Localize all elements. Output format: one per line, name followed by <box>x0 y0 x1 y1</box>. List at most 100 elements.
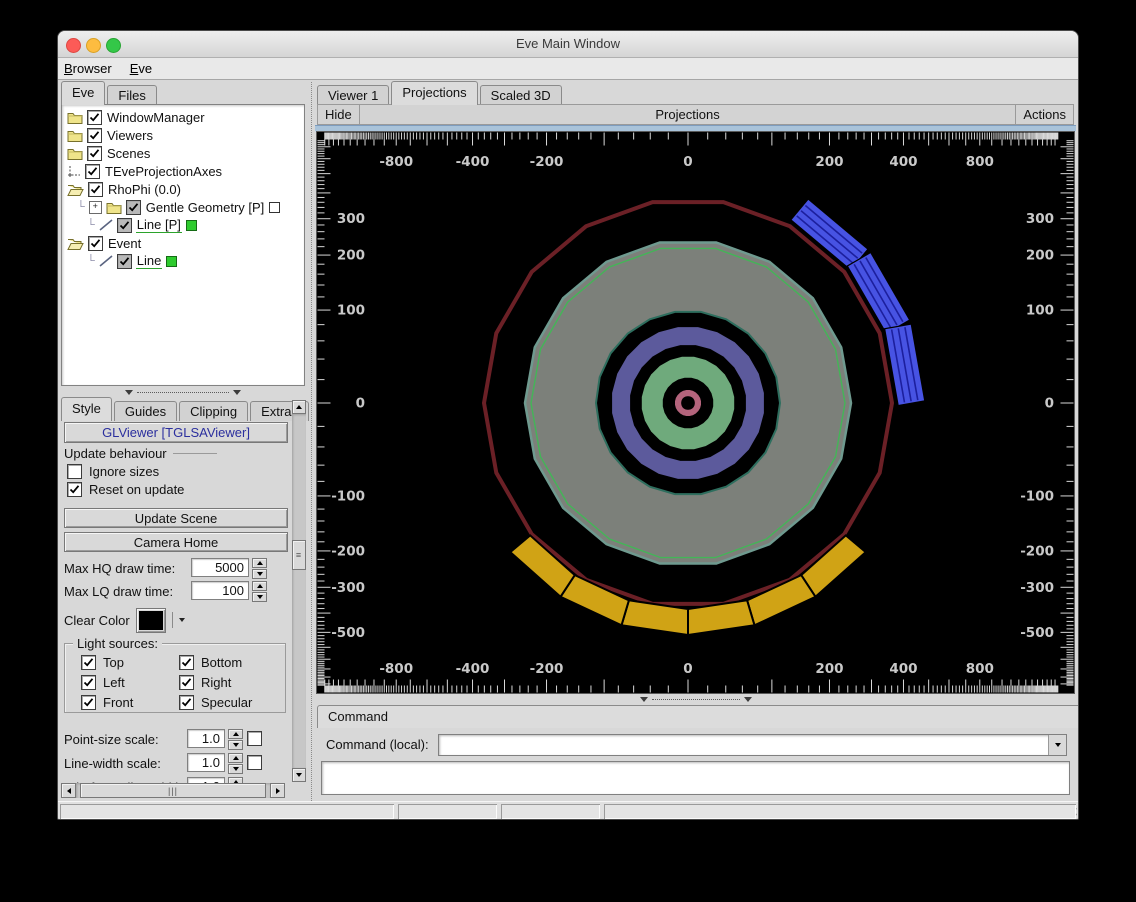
command-dropdown-icon[interactable] <box>1048 735 1066 755</box>
close-button[interactable] <box>66 38 81 53</box>
render-state-square[interactable] <box>166 256 177 267</box>
minimize-button[interactable] <box>86 38 101 53</box>
light-left-row[interactable]: Left <box>81 675 179 690</box>
scroll-down-icon[interactable] <box>292 768 306 782</box>
tree-item-line-p-[interactable]: └Line [P] <box>62 216 304 234</box>
tree-item-checkbox[interactable] <box>85 164 100 179</box>
tree-item-checkbox[interactable] <box>117 218 132 233</box>
line-width-scale-value[interactable]: 1.0 <box>187 753 225 772</box>
max-lq-draw-time-value[interactable]: 100 <box>191 581 249 600</box>
command-input[interactable] <box>438 734 1067 756</box>
tree-item-teveprojectionaxes[interactable]: TEveProjectionAxes <box>62 162 304 180</box>
tree-item-label[interactable]: TEveProjectionAxes <box>104 164 223 179</box>
line-width-scale-spin-buttons[interactable] <box>228 753 243 774</box>
update-scene-button[interactable]: Update Scene <box>64 508 288 528</box>
camera-home-button[interactable]: Camera Home <box>64 532 288 552</box>
splitter-arrow-icon[interactable] <box>744 697 752 702</box>
spin-up-icon[interactable] <box>252 581 267 591</box>
tree-item-checkbox[interactable] <box>87 128 102 143</box>
title-bar[interactable]: Eve Main Window <box>58 31 1078 58</box>
menu-browser[interactable]: Browser <box>64 61 112 76</box>
spin-down-icon[interactable] <box>228 764 243 774</box>
hscroll-thumb[interactable]: ||| <box>80 783 266 798</box>
light-bottom-checkbox[interactable] <box>179 655 194 670</box>
tree-item-checkbox[interactable] <box>88 236 103 251</box>
tab-clipping[interactable]: Clipping <box>179 401 248 421</box>
ignore-sizes-checkbox[interactable] <box>67 464 82 479</box>
glviewer-header-button[interactable]: GLViewer [TGLSAViewer] <box>64 422 288 443</box>
light-right-row[interactable]: Right <box>179 675 277 690</box>
glviewer-canvas[interactable]: -800-800-400-400-200-2000020020040040080… <box>317 132 1074 693</box>
tab-files[interactable]: Files <box>107 85 156 105</box>
point-size-scale-spin-buttons[interactable] <box>228 729 243 750</box>
light-front-row[interactable]: Front <box>81 695 179 710</box>
command-output[interactable] <box>321 761 1070 795</box>
ignore-sizes-checkbox-row[interactable]: Ignore sizes <box>67 464 159 479</box>
tree-item-label[interactable]: Line <box>136 253 163 269</box>
tree-item-windowmanager[interactable]: WindowManager <box>62 108 304 126</box>
light-bottom-row[interactable]: Bottom <box>179 655 277 670</box>
tree-item-label[interactable]: Line [P] <box>136 217 182 233</box>
tab-command[interactable]: Command <box>317 705 1079 728</box>
tree-item-checkbox[interactable] <box>117 254 132 269</box>
spin-up-icon[interactable] <box>228 753 243 763</box>
tree-item-label[interactable]: Viewers <box>106 128 154 143</box>
scroll-up-icon[interactable] <box>292 400 306 414</box>
splitter-arrow-icon[interactable] <box>125 390 133 395</box>
command-splitter[interactable] <box>317 694 1074 705</box>
tab-eve[interactable]: Eve <box>61 81 105 105</box>
line-width-scale-checkbox[interactable] <box>247 755 262 770</box>
tree-item-viewers[interactable]: Viewers <box>62 126 304 144</box>
command-input-value[interactable] <box>439 735 1048 755</box>
tree-item-checkbox[interactable] <box>87 146 102 161</box>
spin-up-icon[interactable] <box>228 729 243 739</box>
clear-color-dropdown-icon[interactable] <box>179 618 185 622</box>
light-top-checkbox[interactable] <box>81 655 96 670</box>
light-top-row[interactable]: Top <box>81 655 179 670</box>
tab-style[interactable]: Style <box>61 397 112 421</box>
light-front-checkbox[interactable] <box>81 695 96 710</box>
light-specular-checkbox[interactable] <box>179 695 194 710</box>
tree-item-gentle-geometry-p-[interactable]: └+Gentle Geometry [P] <box>62 198 304 216</box>
splitter-arrow-icon[interactable] <box>233 390 241 395</box>
tab-guides[interactable]: Guides <box>114 401 177 421</box>
splitter-arrow-icon[interactable] <box>640 697 648 702</box>
tree-item-checkbox[interactable] <box>87 110 102 125</box>
spin-down-icon[interactable] <box>228 740 243 750</box>
menu-eve[interactable]: Eve <box>130 61 152 76</box>
reset-on-update-checkbox-row[interactable]: Reset on update <box>67 482 184 497</box>
tree-item-label[interactable]: Gentle Geometry [P] <box>145 200 266 215</box>
vscroll-thumb[interactable]: ≡ <box>292 540 306 570</box>
tree-item-event[interactable]: Event <box>62 234 304 252</box>
tree-item-label[interactable]: Event <box>107 236 142 251</box>
max-lq-draw-time-spin-buttons[interactable] <box>252 581 267 602</box>
tree-item-checkbox[interactable] <box>88 182 103 197</box>
spin-up-icon[interactable] <box>252 558 267 568</box>
spin-down-icon[interactable] <box>252 592 267 602</box>
reset-on-update-checkbox[interactable] <box>67 482 82 497</box>
tree-item-label[interactable]: WindowManager <box>106 110 206 125</box>
clear-color-swatch[interactable] <box>136 608 166 633</box>
style-hscrollbar[interactable]: ||| <box>61 783 285 798</box>
tree-item-checkbox[interactable] <box>126 200 141 215</box>
tree-item-rhophi-0-0-[interactable]: RhoPhi (0.0) <box>62 180 304 198</box>
light-right-checkbox[interactable] <box>179 675 194 690</box>
tree-item-line[interactable]: └Line <box>62 252 304 270</box>
zoom-button[interactable] <box>106 38 121 53</box>
hide-button[interactable]: Hide <box>318 105 360 124</box>
tree-expander-icon[interactable]: + <box>89 201 102 214</box>
tab-viewer-1[interactable]: Viewer 1 <box>317 85 389 105</box>
tree-item-label[interactable]: RhoPhi (0.0) <box>107 182 182 197</box>
actions-button[interactable]: Actions <box>1015 105 1073 124</box>
spin-down-icon[interactable] <box>252 569 267 579</box>
render-state-square[interactable] <box>186 220 197 231</box>
tree-item-label[interactable]: Scenes <box>106 146 151 161</box>
light-specular-row[interactable]: Specular <box>179 695 277 710</box>
point-size-scale-value[interactable]: 1.0 <box>187 729 225 748</box>
tree-item-scenes[interactable]: Scenes <box>62 144 304 162</box>
scroll-left-icon[interactable] <box>61 783 76 798</box>
render-state-square[interactable] <box>269 202 280 213</box>
light-left-checkbox[interactable] <box>81 675 96 690</box>
style-vscrollbar[interactable]: ≡ <box>292 400 306 782</box>
tab-scaled-3d[interactable]: Scaled 3D <box>480 85 562 105</box>
